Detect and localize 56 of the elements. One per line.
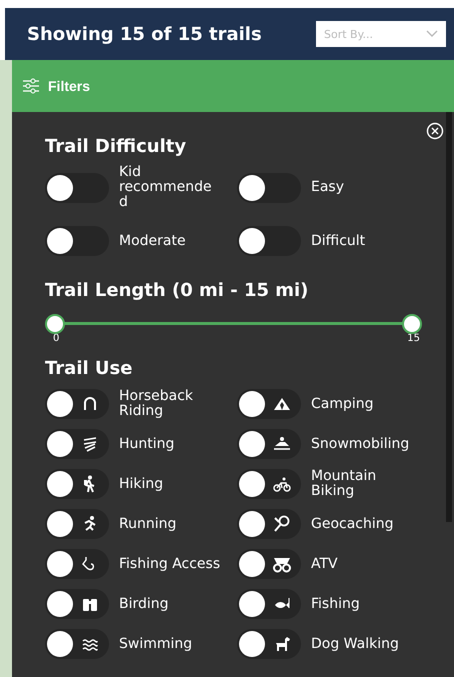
toggle-switch[interactable] bbox=[45, 549, 109, 579]
sort-dropdown[interactable]: Sort By... bbox=[316, 21, 446, 47]
slider-handle[interactable] bbox=[45, 314, 65, 334]
toggle-label: Fishing Access bbox=[119, 556, 222, 572]
section-heading: Trail Length (0 mi - 15 mi) bbox=[45, 280, 310, 301]
toggle-label: Dog Walking bbox=[311, 636, 400, 652]
bicycle-icon bbox=[273, 475, 291, 493]
dog-icon bbox=[273, 635, 291, 653]
toggle-switch[interactable] bbox=[237, 549, 301, 579]
close-icon[interactable] bbox=[426, 122, 444, 140]
toggle-label: Camping bbox=[311, 396, 375, 412]
slider-min-label: 0 bbox=[53, 333, 60, 344]
toggle-label: Hunting bbox=[119, 436, 176, 452]
toggle-switch[interactable] bbox=[45, 469, 109, 499]
toggle-label: Kid recommended bbox=[119, 165, 213, 210]
toggle-switch[interactable] bbox=[237, 172, 301, 202]
toggle-label: ATV bbox=[311, 556, 339, 572]
toggle-label: Hiking bbox=[119, 476, 164, 492]
section-heading: Trail Use bbox=[45, 358, 134, 379]
toggle-switch[interactable] bbox=[45, 629, 109, 659]
results-title: Showing 15 of 15 trails bbox=[27, 24, 262, 44]
toggle-switch[interactable] bbox=[45, 509, 109, 539]
toggle-label: Easy bbox=[311, 180, 346, 195]
magnifier-icon bbox=[273, 515, 291, 533]
slider-max-label: 15 bbox=[407, 333, 420, 344]
toggle-switch[interactable] bbox=[45, 172, 109, 202]
toggle-label: Moderate bbox=[119, 234, 187, 248]
horseshoe-icon bbox=[81, 395, 99, 413]
chevron-icon bbox=[426, 30, 438, 38]
toggle-label: Running bbox=[119, 516, 178, 532]
toggle-label: Fishing bbox=[311, 596, 361, 612]
toggle-label: Mountain Biking bbox=[311, 469, 378, 499]
atv-icon bbox=[273, 555, 291, 573]
toggle-label: Horseback Riding bbox=[119, 389, 194, 419]
toggle-switch[interactable] bbox=[45, 589, 109, 619]
toggle-label: Swimming bbox=[119, 636, 194, 652]
toggle-switch[interactable] bbox=[237, 429, 301, 459]
toggle-label: Difficult bbox=[311, 234, 366, 248]
sliders-icon bbox=[22, 78, 40, 94]
section-heading: Trail Difficulty bbox=[45, 136, 188, 157]
toggle-switch[interactable] bbox=[237, 629, 301, 659]
toggle-switch[interactable] bbox=[237, 509, 301, 539]
toggle-switch[interactable] bbox=[237, 469, 301, 499]
toggle-switch[interactable] bbox=[237, 389, 301, 419]
toggle-label: Birding bbox=[119, 596, 170, 612]
range-slider[interactable] bbox=[45, 313, 422, 333]
toggle-switch[interactable] bbox=[45, 389, 109, 419]
toggle-label: Geocaching bbox=[311, 516, 395, 532]
toggle-switch[interactable] bbox=[45, 429, 109, 459]
toggle-switch[interactable] bbox=[237, 226, 301, 256]
toggle-label: Snowmobiling bbox=[311, 436, 410, 452]
slider-handle[interactable] bbox=[402, 314, 422, 334]
arrows-icon bbox=[81, 435, 99, 453]
filters-toggle[interactable]: Filters bbox=[12, 60, 454, 112]
toggle-switch[interactable] bbox=[45, 226, 109, 256]
toggle-switch[interactable] bbox=[237, 589, 301, 619]
